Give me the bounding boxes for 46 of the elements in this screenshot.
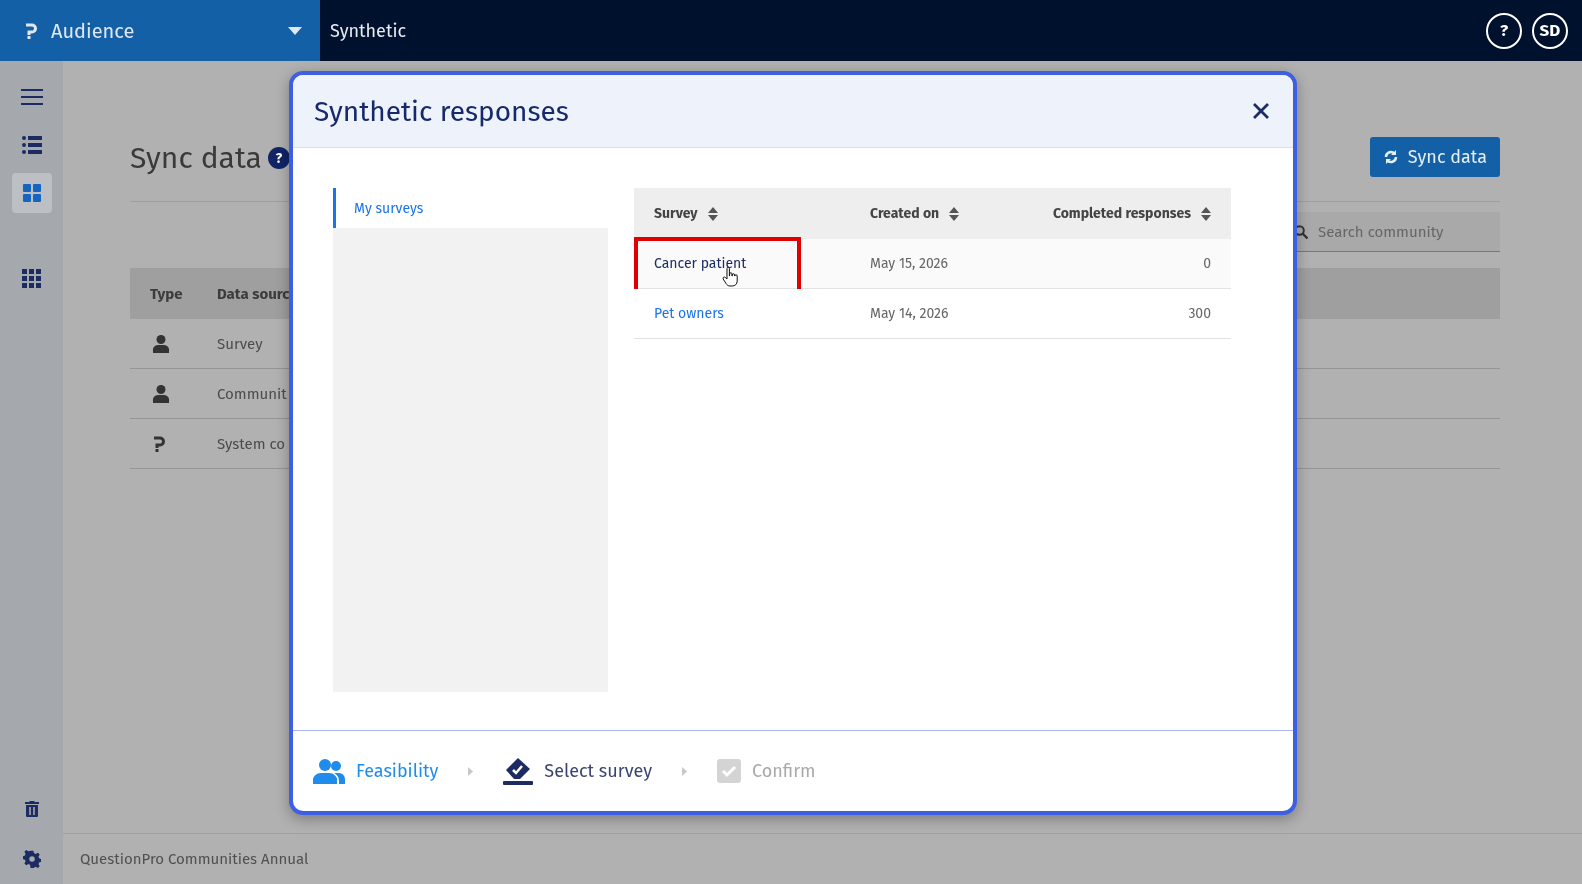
- sort-icon[interactable]: [707, 206, 718, 221]
- column-header: Data sourc: [217, 284, 290, 303]
- help-badge[interactable]: ?: [267, 147, 290, 169]
- apps-grid-icon[interactable]: [21, 269, 42, 289]
- logo-icon: [152, 435, 165, 452]
- brand-bar[interactable]: Audience: [0, 0, 320, 61]
- dialog-title: Synthetic responses: [314, 94, 570, 128]
- column-header[interactable]: Created on: [870, 205, 940, 222]
- sort-icon[interactable]: [949, 206, 960, 221]
- column-header: Type: [149, 284, 184, 303]
- app-name: Audience: [51, 18, 136, 43]
- chevron-icon: [468, 766, 474, 776]
- settings-icon[interactable]: [22, 850, 41, 868]
- ballot-check-icon: [503, 757, 534, 785]
- table-cell: System co: [217, 434, 286, 453]
- step-label[interactable]: Select survey: [544, 760, 653, 782]
- dropdown-caret-icon[interactable]: [288, 26, 302, 35]
- chevron-icon: [682, 766, 688, 776]
- logo-icon: [24, 22, 37, 39]
- checkbox-icon: [717, 759, 742, 783]
- search-icon: [1294, 225, 1308, 239]
- footer-text: QuestionPro Communities Annual: [80, 850, 309, 868]
- people-icon: [313, 758, 345, 784]
- person-icon: [152, 334, 170, 353]
- list-icon[interactable]: [21, 136, 42, 154]
- survey-link[interactable]: Cancer patient: [654, 255, 747, 272]
- column-header[interactable]: Completed responses: [1052, 205, 1191, 222]
- table-cell-text: May 14, 2026: [870, 305, 950, 322]
- sync-icon: [1382, 149, 1399, 165]
- dashboard-icon[interactable]: [22, 184, 41, 202]
- sync-data-button[interactable]: Sync data: [1369, 137, 1500, 177]
- table-cell: Survey: [217, 334, 263, 353]
- table-cell-text: 0: [1202, 255, 1211, 272]
- trash-icon[interactable]: [24, 801, 39, 817]
- table-cell-text: 300: [1187, 305, 1211, 322]
- table-cell-text: May 15, 2026: [870, 255, 949, 272]
- column-header[interactable]: Survey: [654, 205, 698, 222]
- menu-icon[interactable]: [20, 89, 43, 105]
- survey-link[interactable]: Pet owners: [654, 305, 724, 322]
- sort-icon[interactable]: [1201, 206, 1211, 221]
- person-icon: [152, 384, 170, 403]
- page-title: Sync data: [130, 140, 262, 176]
- user-avatar[interactable]: SD: [1532, 12, 1568, 49]
- help-button[interactable]: ?: [1486, 12, 1522, 49]
- section-title: Synthetic: [330, 19, 408, 42]
- table-cell: Communit: [217, 384, 287, 403]
